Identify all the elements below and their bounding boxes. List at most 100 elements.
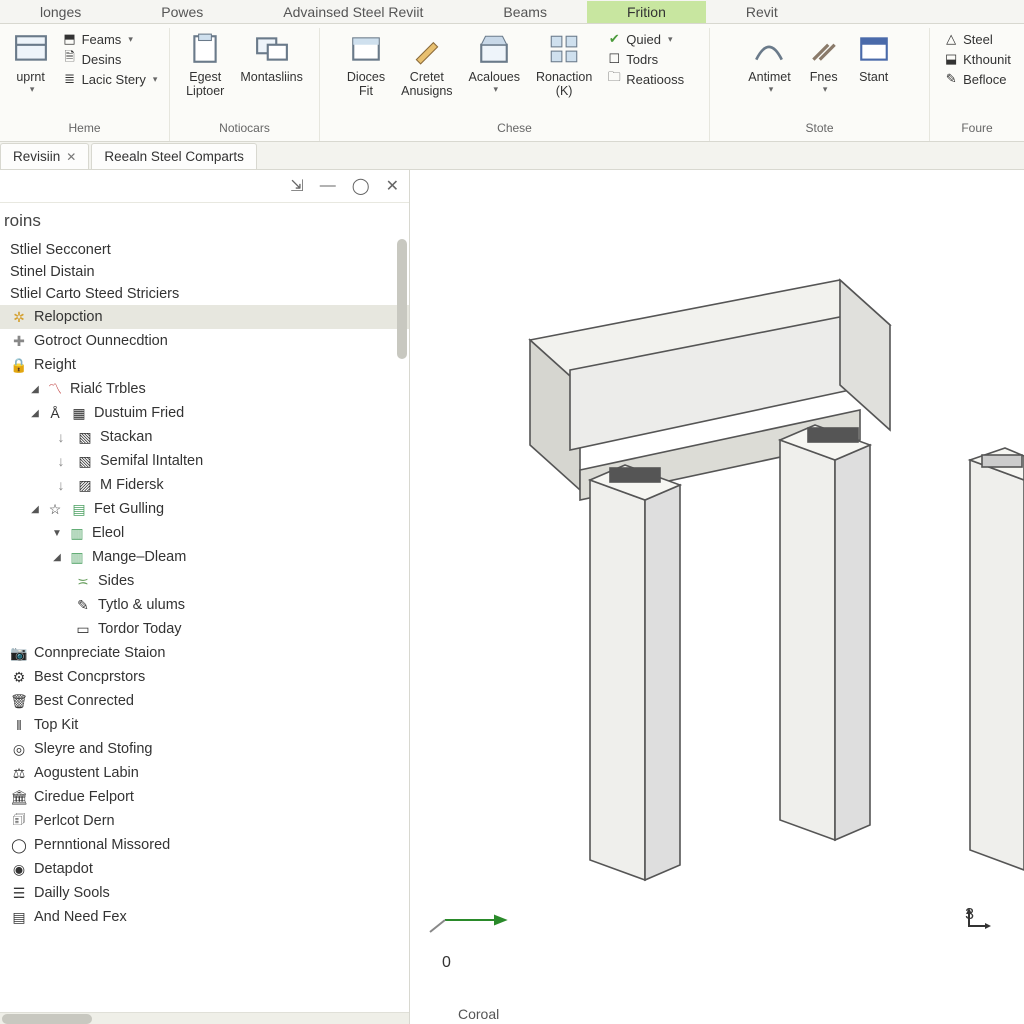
tree-item[interactable]: ⚙Best Concprstors [0, 665, 409, 689]
arrow-down-icon: ↓ [52, 428, 70, 446]
tree-item[interactable]: ◢☆▤Fet Gulling [0, 497, 409, 521]
montaslins-button[interactable]: Montasliins [234, 30, 309, 86]
tools-icon [807, 32, 841, 66]
tree-item[interactable]: ◢▥Mange–Dleam [0, 545, 409, 569]
box-icon: 🗀 [606, 71, 622, 87]
ribbon-group-stote: Antimet▾ Fnes▾ Stant Stote [710, 28, 930, 141]
tree-item[interactable]: ↓▧Stackan [0, 425, 409, 449]
desins-button[interactable]: 🗎Desins [58, 50, 162, 68]
tree-item[interactable]: ▼▥Eleol [0, 521, 409, 545]
horizontal-scrollbar[interactable] [0, 1012, 409, 1024]
ribbon-tab-revit[interactable]: Revit [706, 1, 818, 23]
desins-icon: 🗎 [62, 51, 78, 67]
feams-button[interactable]: ⬒Feams▾ [58, 30, 162, 48]
model-viewport[interactable]: 0 3 Coroal [410, 170, 1024, 1024]
pic-icon: ▨ [76, 476, 94, 494]
collapse-icon[interactable]: ◢ [30, 408, 40, 419]
group-label-foure: Foure [961, 119, 992, 137]
tree-item[interactable]: ☰Dailly Sools [0, 881, 409, 905]
star-icon: ☆ [46, 500, 64, 518]
ribbon-tab-beams[interactable]: Beams [463, 1, 587, 23]
steel-button[interactable]: △Steel [939, 30, 1015, 48]
clipboard-icon [188, 32, 222, 66]
uprnt-button[interactable]: uprnt▾ [8, 30, 54, 97]
befloce-button[interactable]: ✎Befloce [939, 70, 1015, 88]
panel-title: roins [0, 203, 409, 237]
close-icon[interactable]: ✕ [66, 150, 76, 164]
tree-item[interactable]: ≍Sides [0, 569, 409, 593]
stant-button[interactable]: Stant [851, 30, 897, 86]
tree-item[interactable]: 🗑Best Conrected [0, 689, 409, 713]
minimize-icon[interactable]: — [320, 177, 336, 195]
tree-item[interactable]: ✚Gotroct Ounnecdtion [0, 329, 409, 353]
collapse-icon[interactable]: ◢ [52, 552, 62, 563]
arc-icon [752, 32, 786, 66]
doc-tab-revisiin[interactable]: Revisiin✕ [0, 143, 89, 169]
tree-item[interactable]: ◢〽Rialć Trbles [0, 377, 409, 401]
quied-button[interactable]: ✔Quied▾ [602, 30, 688, 48]
close-panel-icon[interactable]: ✕ [386, 176, 399, 196]
sheet-icon: ▤ [70, 500, 88, 518]
doc-tab-reealn[interactable]: Reealn Steel Comparts [91, 143, 257, 169]
windows-icon [255, 32, 289, 66]
ribbon-tab-powes[interactable]: Powes [121, 1, 243, 23]
ribbon-tab-longes[interactable]: longes [0, 1, 121, 23]
project-tree[interactable]: Stliel Secconert Stinel Distain Stliel C… [0, 237, 409, 1012]
arrow-down-icon: ↓ [52, 452, 70, 470]
tree-item[interactable]: ‖Top Kit [0, 713, 409, 737]
reatiooss-button[interactable]: 🗀Reatiooss [602, 70, 688, 88]
ribbon-group-heme: uprnt▾ ⬒Feams▾ 🗎Desins ≣Lacic Stery▾ Hem… [0, 28, 170, 141]
pin-icon[interactable]: ⇲ [290, 176, 303, 196]
card-icon: ▭ [74, 620, 92, 638]
tree-item[interactable]: Stliel Secconert [0, 239, 409, 261]
tree-item[interactable]: 🔒Reight [0, 353, 409, 377]
tree-item[interactable]: ▭Tordor Today [0, 617, 409, 641]
ktmouni-button[interactable]: ⬓Kthounit [939, 50, 1015, 68]
tree-item[interactable]: ▤And Need Fex [0, 905, 409, 929]
tree-item[interactable]: ◉Detapdot [0, 857, 409, 881]
acaloues-button[interactable]: Acaloues▾ [463, 30, 526, 97]
tree-item[interactable]: ✎Tytlo & ulums [0, 593, 409, 617]
collapse-icon[interactable]: ◢ [30, 504, 40, 515]
ronaction-button[interactable]: Ronaction (K) [530, 30, 598, 101]
options-icon[interactable]: ◯ [352, 176, 370, 196]
main-area: ⇲ — ◯ ✕ roins Stliel Secconert Stinel Di… [0, 170, 1024, 1024]
tree-item[interactable]: ↓▨M Fidersk [0, 473, 409, 497]
tree-item[interactable]: ◯Pernntional Missored [0, 833, 409, 857]
doc-icon: ▦ [70, 404, 88, 422]
pic-icon: ▧ [76, 428, 94, 446]
tree-item[interactable]: 🏛Ciredue Felport [0, 785, 409, 809]
bars2-icon: ‖ [10, 716, 28, 734]
axis-icon [965, 906, 991, 932]
todrs-button[interactable]: ☐Todrs [602, 50, 688, 68]
gear-icon: ✲ [10, 308, 28, 326]
tree-item[interactable]: Stinel Distain [0, 261, 409, 283]
tree-item[interactable]: ◢Å▦Dustuim Fried [0, 401, 409, 425]
edit-icon: ✎ [74, 596, 92, 614]
antimet-button[interactable]: Antimet▾ [742, 30, 796, 97]
grid-icon [547, 32, 581, 66]
fnes-button[interactable]: Fnes▾ [801, 30, 847, 97]
tree-item[interactable]: ↓▧Semifal lIntalten [0, 449, 409, 473]
book-icon: ▤ [10, 908, 28, 926]
lacic-button[interactable]: ≣Lacic Stery▾ [58, 70, 162, 88]
collapse-icon[interactable]: ◢ [30, 384, 40, 395]
compass-icon: Å [46, 404, 64, 422]
cylinder-icon: 🗑 [10, 692, 28, 710]
cretet-button[interactable]: Cretet Anusigns [395, 30, 458, 101]
ribbon-tab-frition[interactable]: Frition [587, 1, 706, 23]
layers-icon: ≣ [62, 71, 78, 87]
tree-item[interactable]: ⚖Aogustent Labin [0, 761, 409, 785]
tree-item[interactable]: 🗊Perlcot Dern [0, 809, 409, 833]
ribbon-tab-advanced-steel[interactable]: Advainsed Steel Reviit [243, 1, 463, 23]
tree-item-selected[interactable]: ✲Relopction [0, 305, 409, 329]
dioces-button[interactable]: Dioces Fit [341, 30, 391, 101]
group-label-chese: Chese [497, 119, 532, 137]
tree-item[interactable]: 📷Connpreciate Staion [0, 641, 409, 665]
egest-button[interactable]: Egest Liptoer [180, 30, 230, 101]
tree-item[interactable]: ◎Sleyre and Stofing [0, 737, 409, 761]
tree-item[interactable]: Stliel Carto Steed Striciers [0, 283, 409, 305]
collapse-icon[interactable]: ▼ [52, 528, 62, 539]
project-browser: ⇲ — ◯ ✕ roins Stliel Secconert Stinel Di… [0, 170, 410, 1024]
vertical-scrollbar[interactable] [397, 239, 407, 359]
